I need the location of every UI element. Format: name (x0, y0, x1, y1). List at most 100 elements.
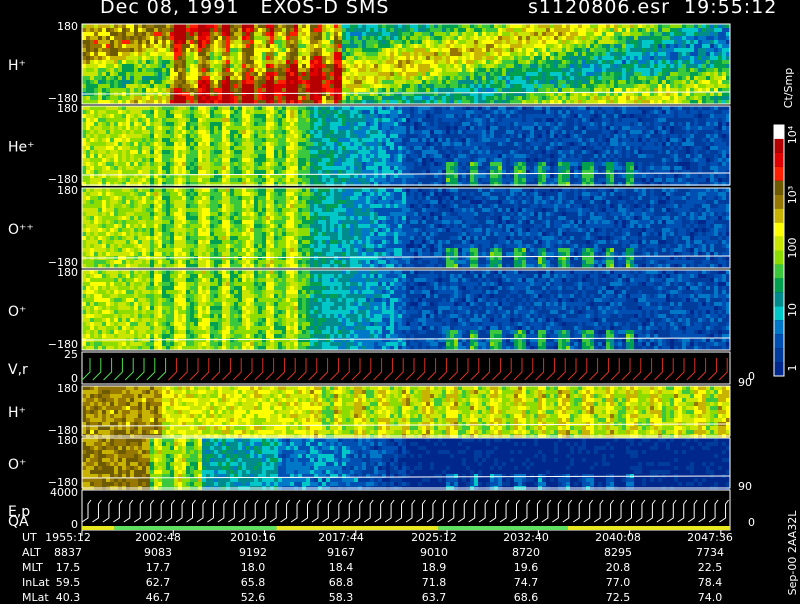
ephemeris-cell: 77.0 (588, 576, 648, 589)
colorbar-cell (774, 264, 784, 278)
colorbar-unit-label: Ct/Smp (782, 68, 795, 108)
panel-4 (82, 270, 730, 350)
ephemeris-cell: 17.5 (38, 561, 98, 574)
ephemeris-cell: 2047:36 (680, 531, 740, 544)
y-tick-max: 180 (57, 184, 78, 197)
panel-label: H⁺ (8, 405, 26, 421)
colorbar-cell (774, 362, 784, 376)
colorbar-cell (774, 209, 784, 223)
colorbar-cell (774, 223, 784, 237)
panel-7 (82, 438, 730, 490)
ephemeris-cell: 8837 (38, 546, 98, 559)
id-label: Sep-00 2AA32L (786, 510, 799, 596)
panel-label-2: QA (8, 514, 29, 530)
panel-label: V,r (8, 362, 28, 378)
ephemeris-cell: 9167 (311, 546, 371, 559)
ephemeris-cell: 52.6 (223, 591, 283, 604)
ephemeris-cell: 2040:08 (588, 531, 648, 544)
colorbar-cell (774, 195, 784, 209)
qa-bar (82, 526, 114, 530)
y-tick-min: 0 (71, 518, 78, 531)
ephemeris-cell: 2002:48 (128, 531, 188, 544)
ephemeris-row-label: UT (22, 531, 37, 544)
ephemeris-cell: 74.0 (680, 591, 740, 604)
y-tick-max: 180 (57, 20, 78, 33)
panel-6 (82, 386, 730, 438)
ephemeris-cell: 68.8 (311, 576, 371, 589)
ephemeris-cell: 40.3 (38, 591, 98, 604)
colorbar-cell (774, 125, 784, 139)
panel-label: O⁺⁺ (8, 222, 34, 238)
panel-8 (82, 490, 730, 530)
ephemeris-cell: 74.7 (496, 576, 556, 589)
colorbar-tick-label: 10 (786, 303, 799, 317)
ephemeris-cell: 18.9 (404, 561, 464, 574)
ephemeris-cell: 1955:12 (38, 531, 98, 544)
colorbar-tick-label: 10⁴ (786, 125, 799, 144)
ephemeris-cell: 2010:16 (223, 531, 283, 544)
ephemeris-cell: 9010 (404, 546, 464, 559)
right-tick-low: 0 (748, 370, 755, 383)
colorbar-tick-label: 10³ (786, 186, 799, 204)
ephemeris-cell: 72.5 (588, 591, 648, 604)
ephemeris-cell: 7734 (680, 546, 740, 559)
y-tick-max: 180 (57, 102, 78, 115)
colorbar-tick-label: 100 (786, 238, 799, 259)
colorbar-cell (774, 278, 784, 292)
colorbar-cell (774, 153, 784, 167)
ephemeris-cell: 71.8 (404, 576, 464, 589)
colorbar-cell (774, 334, 784, 348)
y-tick-max: 180 (57, 266, 78, 279)
panel-1 (82, 24, 730, 104)
ephemeris-cell: 18.0 (223, 561, 283, 574)
ephemeris-cell: 62.7 (128, 576, 188, 589)
ephemeris-cell: 65.8 (223, 576, 283, 589)
colorbar-cell (774, 320, 784, 334)
qa-bar (568, 526, 730, 530)
ephemeris-cell: 59.5 (38, 576, 98, 589)
ephemeris-cell: 8720 (496, 546, 556, 559)
ephemeris-cell: 58.3 (311, 591, 371, 604)
qa-bar (438, 526, 568, 530)
y-tick-max: 4000 (50, 486, 78, 499)
colorbar-cell (774, 139, 784, 153)
colorbar-cell (774, 167, 784, 181)
right-tick: 90 (738, 480, 752, 493)
colorbar-cell (774, 306, 784, 320)
ephemeris-cell: 63.7 (404, 591, 464, 604)
y-tick-max: 25 (64, 348, 78, 361)
panel-3 (82, 188, 730, 268)
ephemeris-cell: 18.4 (311, 561, 371, 574)
ephemeris-cell: 78.4 (680, 576, 740, 589)
y-tick-max: 180 (57, 382, 78, 395)
ephemeris-cell: 68.6 (496, 591, 556, 604)
ephemeris-cell: 2017:44 (311, 531, 371, 544)
ephemeris-cell: 46.7 (128, 591, 188, 604)
panel-label: O⁺ (8, 457, 26, 473)
colorbar-cell (774, 348, 784, 362)
ephemeris-cell: 8295 (588, 546, 648, 559)
panel-label: He⁺ (8, 140, 35, 156)
colorbar-cell (774, 181, 784, 195)
qa-bar (114, 526, 276, 530)
ephemeris-cell: 22.5 (680, 561, 740, 574)
colorbar-cell (774, 237, 784, 251)
colorbar-cell (774, 251, 784, 265)
spectrogram-plot: H⁺180−180He⁺180−180O⁺⁺180−180O⁺180−180V,… (0, 0, 800, 600)
panel-2 (82, 106, 730, 186)
y-tick-max: 180 (57, 434, 78, 447)
ephemeris-cell: 9192 (223, 546, 283, 559)
ephemeris-cell: 9083 (128, 546, 188, 559)
ephemeris-cell: 19.6 (496, 561, 556, 574)
colorbar-cell (774, 292, 784, 306)
ephemeris-cell: 2025:12 (404, 531, 464, 544)
right-tick-low: 0 (748, 516, 755, 529)
panel-5 (82, 352, 730, 384)
ephemeris-cell: 2032:40 (496, 531, 556, 544)
ephemeris-cell: 20.8 (588, 561, 648, 574)
ephemeris-cell: 17.7 (128, 561, 188, 574)
panel-label: H⁺ (8, 58, 26, 74)
qa-bar (276, 526, 438, 530)
panel-label: O⁺ (8, 304, 26, 320)
colorbar-tick-label: 1 (786, 365, 799, 372)
